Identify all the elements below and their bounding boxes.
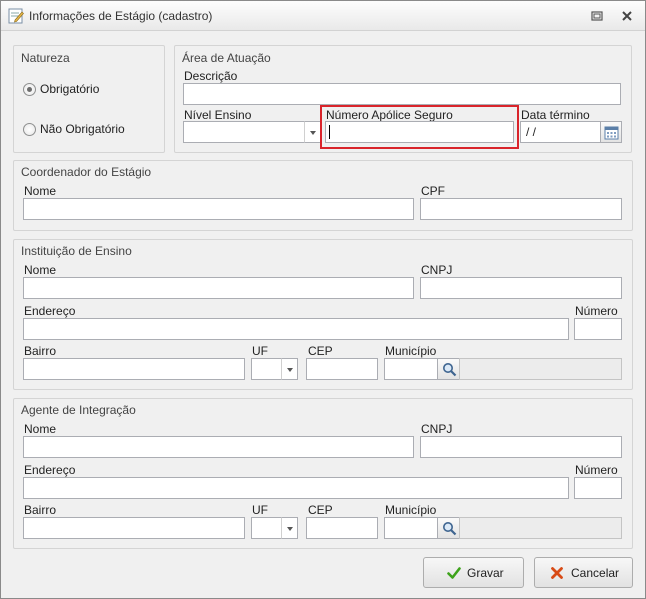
instituicao-endereco-label: Endereço [24,304,76,318]
cancel-x-icon [551,567,563,579]
close-icon[interactable] [619,8,635,24]
descricao-label: Descrição [184,69,238,83]
agente-endereco-input[interactable] [23,477,569,499]
instituicao-numero-label: Número [575,304,618,318]
agente-cep-label: CEP [308,503,333,517]
descricao-input[interactable] [183,83,621,105]
instituicao-municipio-label: Município [385,344,437,358]
agente-endereco-label: Endereço [24,463,76,477]
instituicao-numero-input[interactable] [574,318,622,340]
data-termino-label: Data término [521,108,590,122]
instituicao-uf-combo[interactable] [251,358,282,380]
agente-uf-dropdown-icon[interactable] [281,517,298,539]
coordenador-nome-input[interactable] [23,198,414,220]
agente-municipio-name [459,517,622,539]
text-caret [329,125,330,139]
radio-nao-obrigatorio-label: Não Obrigatório [40,122,125,136]
instituicao-uf-label: UF [252,344,268,358]
calendar-icon [604,126,619,140]
agente-uf-label: UF [252,503,268,517]
search-icon [443,522,457,536]
natureza-title: Natureza [21,51,70,65]
instituicao-municipio-code[interactable] [384,358,438,380]
radio-nao-obrigatorio-button[interactable] [23,123,36,136]
instituicao-endereco-input[interactable] [23,318,569,340]
instituicao-nome-input[interactable] [23,277,414,299]
nivel-ensino-dropdown-icon[interactable] [304,121,321,143]
instituicao-municipio-name [459,358,622,380]
agente-cnpj-input[interactable] [420,436,622,458]
agente-nome-label: Nome [24,422,57,436]
agente-bairro-input[interactable] [23,517,245,539]
coordenador-cpf-label: CPF [421,184,445,198]
instituicao-uf-dropdown-icon[interactable] [281,358,298,380]
agente-municipio-code[interactable] [384,517,438,539]
nivel-ensino-combo[interactable] [183,121,305,143]
instituicao-cnpj-label: CNPJ [421,263,453,277]
instituicao-nome-label: Nome [24,263,57,277]
agente-bairro-label: Bairro [24,503,57,517]
restore-icon[interactable] [589,8,605,24]
agente-uf-combo[interactable] [251,517,282,539]
coordenador-title: Coordenador do Estágio [21,165,152,179]
agente-nome-input[interactable] [23,436,414,458]
gravar-label: Gravar [467,566,504,580]
radio-obrigatorio-button[interactable] [23,83,36,96]
apolice-input[interactable] [325,121,514,143]
instituicao-title: Instituição de Ensino [21,244,132,258]
data-termino-input[interactable]: / / [520,121,601,143]
calendar-button[interactable] [600,121,622,143]
instituicao-cep-input[interactable] [306,358,378,380]
search-icon [443,363,457,377]
agente-title: Agente de Integração [21,403,136,417]
dialog-window: Informações de Estágio (cadastro) Nature… [0,0,646,599]
window-title: Informações de Estágio (cadastro) [29,9,213,23]
instituicao-cep-label: CEP [308,344,333,358]
gravar-button[interactable]: Gravar [423,557,524,588]
form-edit-icon [8,8,24,24]
title-bar[interactable]: Informações de Estágio (cadastro) [1,1,645,31]
instituicao-cnpj-input[interactable] [420,277,622,299]
nivel-ensino-label: Nível Ensino [184,108,252,122]
agente-numero-label: Número [575,463,618,477]
apolice-label: Número Apólice Seguro [326,108,453,122]
checkmark-icon [447,567,461,579]
coordenador-cpf-input[interactable] [420,198,622,220]
instituicao-municipio-search-button[interactable] [437,358,460,380]
instituicao-bairro-input[interactable] [23,358,245,380]
instituicao-bairro-label: Bairro [24,344,57,358]
cancelar-label: Cancelar [571,566,620,580]
agente-cnpj-label: CNPJ [421,422,453,436]
coordenador-nome-label: Nome [24,184,57,198]
cancelar-button[interactable]: Cancelar [534,557,633,588]
radio-obrigatorio-label: Obrigatório [40,82,100,96]
agente-numero-input[interactable] [574,477,622,499]
agente-cep-input[interactable] [306,517,378,539]
agente-municipio-label: Município [385,503,437,517]
area-atuacao-title: Área de Atuação [182,51,271,65]
agente-municipio-search-button[interactable] [437,517,460,539]
